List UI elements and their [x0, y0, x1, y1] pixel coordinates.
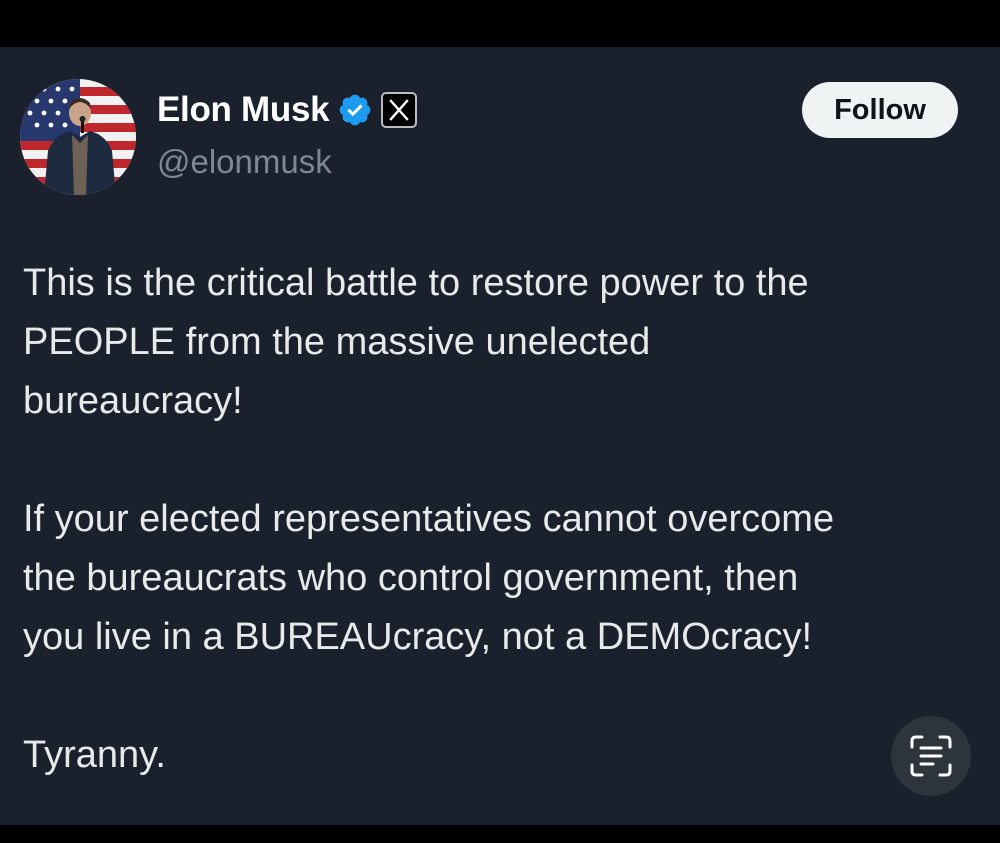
screenshot-frame: Elon Musk @elonmusk Follow This is the c… — [0, 0, 1000, 843]
tweet-line: the bureaucrats who control government, … — [23, 557, 799, 599]
verified-badge-icon[interactable] — [337, 92, 373, 128]
avatar[interactable] — [20, 79, 136, 195]
tweet-line: bureaucracy! — [23, 380, 243, 422]
tweet-line: Tyranny. — [23, 734, 166, 776]
tweet-line: you live in a BUREAUcracy, not a DEMOcra… — [23, 616, 813, 658]
avatar-image — [20, 79, 136, 195]
author-handle[interactable]: @elonmusk — [157, 143, 332, 181]
tweet-line: If your elected representatives cannot o… — [23, 498, 835, 540]
x-logo-icon[interactable] — [381, 92, 418, 128]
live-text-scan-icon — [910, 735, 952, 777]
tweet-line: PEOPLE from the massive unelected — [23, 321, 651, 363]
tweet-line: This is the critical battle to restore p… — [23, 262, 809, 304]
follow-button[interactable]: Follow — [802, 82, 958, 138]
author-name-row: Elon Musk — [157, 87, 418, 133]
author-display-name[interactable]: Elon Musk — [157, 90, 330, 130]
tweet-card: Elon Musk @elonmusk Follow This is the c… — [0, 47, 1000, 825]
live-text-scan-button[interactable] — [891, 716, 971, 796]
tweet-text: This is the critical battle to restore p… — [23, 254, 978, 785]
